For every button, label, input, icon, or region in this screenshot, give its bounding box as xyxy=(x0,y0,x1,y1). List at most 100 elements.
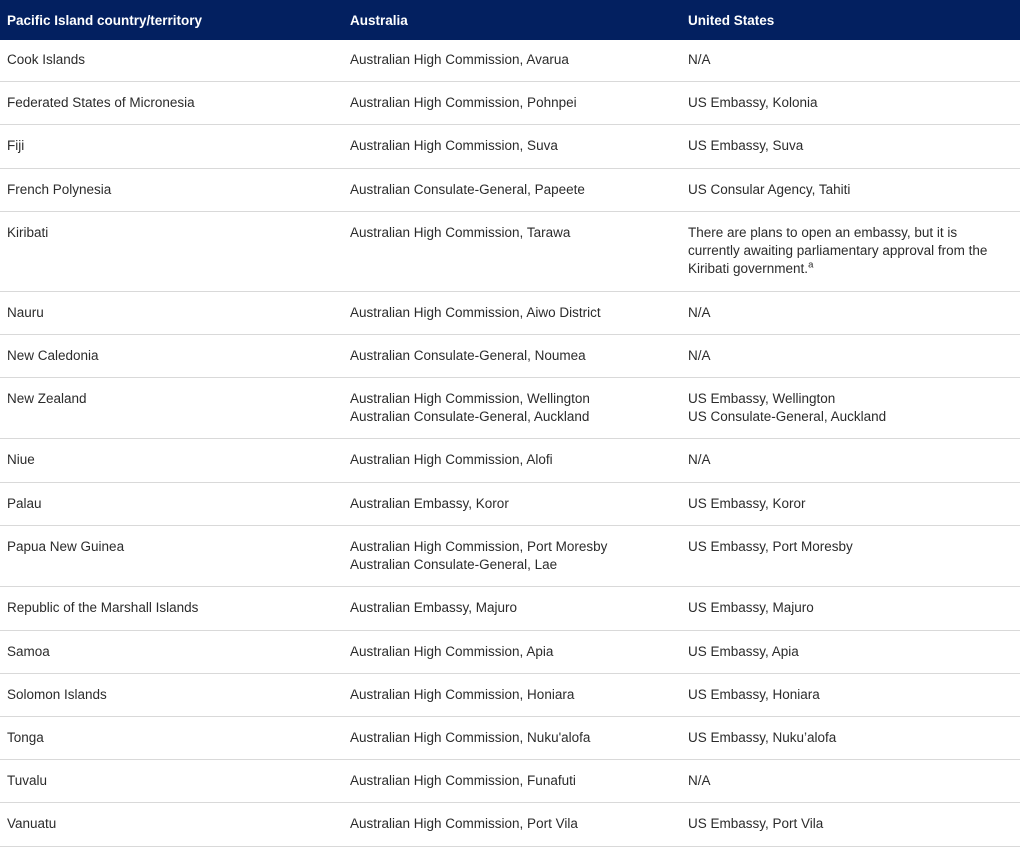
cell-australia: Australian Consulate-General, Papeete xyxy=(345,168,685,212)
table-row: Palau Australian Embassy, Koror US Embassy… xyxy=(0,482,1020,526)
cell-australia-line: Australian Consulate-General, Noumea xyxy=(350,347,586,363)
cell-australia: Australian High Commission, Wellington Au… xyxy=(345,377,685,440)
cell-united-states: US Embassy, Majuro xyxy=(685,586,1020,631)
cell-united-states-line: US Embassy, Nuku’alofa xyxy=(688,729,837,745)
cell-united-states-line: US Embassy, Koror xyxy=(688,495,806,511)
cell-united-states: US Embassy, Wellington US Consulate-Gener… xyxy=(685,377,1020,440)
cell-australia-line: Australian High Commission, Apia xyxy=(350,643,554,659)
cell-australia: Australian Embassy, Koror xyxy=(345,482,685,526)
table-row: Fiji Australian High Commission, Suva US E… xyxy=(0,124,1020,169)
table-row: Nauru Australian High Commission, Aiwo Di… xyxy=(0,291,1020,335)
table-row: French Polynesia Australian Consulate-Gen… xyxy=(0,168,1020,212)
cell-country: Solomon Islands xyxy=(0,673,345,717)
cell-united-states-line: US Consulate-General, Auckland xyxy=(688,409,887,425)
cell-united-states: N/A xyxy=(685,291,1020,335)
table-header-row: Pacific Island country/territory Austral… xyxy=(0,0,1020,40)
cell-australia-line: Australian High Commission, Suva xyxy=(350,138,558,154)
cell-australia: Australian High Commission, Tarawa xyxy=(345,211,685,292)
cell-australia: Australian High Commission, Apia xyxy=(345,630,685,674)
cell-united-states-line: N/A xyxy=(688,347,711,363)
cell-country: New Zealand xyxy=(0,377,345,440)
table-row: Vanuatu Australian High Commission, Port … xyxy=(0,802,1020,847)
cell-australia-line: Australian High Commission, Avarua xyxy=(350,52,569,67)
cell-australia: Australian High Commission, Honiara xyxy=(345,673,685,717)
cell-country: Tonga xyxy=(0,716,345,761)
cell-country: Niue xyxy=(0,438,345,483)
table-row: Federated States of Micronesia Australian… xyxy=(0,81,1020,126)
cell-australia-line: Australian Consulate-General, Lae xyxy=(350,557,558,573)
table-row: Tonga Australian High Commission, Nuku'al… xyxy=(0,716,1020,761)
table-row: Tuvalu Australian High Commission, Funafu… xyxy=(0,759,1020,804)
cell-australia-line: Australian High Commission, Nuku'alofa xyxy=(350,729,591,745)
cell-united-states-line: N/A xyxy=(688,452,711,468)
cell-australia-line: Australian High Commission, Wellington xyxy=(350,390,590,406)
cell-country: Fiji xyxy=(0,124,345,169)
cell-united-states-line: N/A xyxy=(688,773,711,789)
cell-country: Samoa xyxy=(0,630,345,674)
cell-united-states: US Embassy, Honiara xyxy=(685,673,1020,717)
cell-country: French Polynesia xyxy=(0,168,345,212)
cell-australia: Australian Embassy, Majuro xyxy=(345,586,685,631)
cell-united-states: US Embassy, Koror xyxy=(685,482,1020,526)
cell-australia-line: Australian High Commission, Alofi xyxy=(350,452,553,468)
table-row: New Caledonia Australian Consulate-Genera… xyxy=(0,334,1020,378)
column-header-country: Pacific Island country/territory xyxy=(7,12,203,28)
cell-united-states-line: There are plans to open an embassy, but … xyxy=(688,224,988,277)
cell-australia-line: Australian High Commission, Funafuti xyxy=(350,773,576,789)
cell-australia: Australian High Commission, Suva xyxy=(345,124,685,169)
cell-australia: Australian High Commission, Avarua xyxy=(345,40,685,83)
footnote-marker: a xyxy=(808,259,814,271)
cell-united-states-line: US Embassy, Port Moresby xyxy=(688,538,853,554)
cell-australia: Australian High Commission, Nuku'alofa xyxy=(345,716,685,761)
cell-united-states: N/A xyxy=(685,334,1020,378)
cell-australia-line: Australian Consulate-General, Papeete xyxy=(350,181,585,197)
cell-united-states: US Embassy, Port Vila xyxy=(685,802,1020,847)
column-header-united-states: United States xyxy=(688,12,775,28)
cell-australia: Australian High Commission, Port Moresby… xyxy=(345,525,685,588)
cell-united-states-line: US Embassy, Kolonia xyxy=(688,95,818,111)
cell-united-states: N/A xyxy=(685,438,1020,483)
cell-country: Kiribati xyxy=(0,211,345,292)
cell-united-states-line: US Embassy, Majuro xyxy=(688,600,814,616)
cell-united-states-line: US Embassy, Suva xyxy=(688,138,804,154)
cell-australia: Australian Consulate-General, Noumea xyxy=(345,334,685,378)
cell-united-states-line: US Embassy, Wellington xyxy=(688,390,836,406)
cell-australia: Australian High Commission, Port Vila xyxy=(345,802,685,847)
cell-country: Republic of the Marshall Islands xyxy=(0,586,345,631)
table-body: Cook Islands Australian High Commission, … xyxy=(0,40,1020,847)
table-row: New Zealand Australian High Commission, W… xyxy=(0,377,1020,440)
table-row: Republic of the Marshall Islands Australi… xyxy=(0,586,1020,631)
table-row: Samoa Australian High Commission, Apia US … xyxy=(0,630,1020,674)
cell-australia-line: Australian High Commission, Pohnpei xyxy=(350,95,577,111)
cell-australia-line: Australian High Commission, Honiara xyxy=(350,686,575,702)
cell-united-states: N/A xyxy=(685,40,1020,83)
cell-australia: Australian High Commission, Pohnpei xyxy=(345,81,685,126)
cell-united-states-line: N/A xyxy=(688,304,711,320)
cell-australia-line: Australian High Commission, Tarawa xyxy=(350,224,571,240)
cell-united-states: US Embassy, Suva xyxy=(685,124,1020,169)
table-header: Pacific Island country/territory Austral… xyxy=(0,0,1020,40)
diplomatic-posts-table: Pacific Island country/territory Austral… xyxy=(0,0,1020,847)
cell-country: Papua New Guinea xyxy=(0,525,345,588)
cell-united-states: There are plans to open an embassy, but … xyxy=(685,211,1020,292)
cell-united-states: N/A xyxy=(685,759,1020,804)
cell-country: Cook Islands xyxy=(0,40,345,83)
table-row: Cook Islands Australian High Commission, … xyxy=(0,40,1020,83)
cell-australia: Australian High Commission, Funafuti xyxy=(345,759,685,804)
cell-united-states-line: N/A xyxy=(688,52,711,67)
cell-australia-line: Australian Embassy, Majuro xyxy=(350,600,518,616)
cell-country: Federated States of Micronesia xyxy=(0,81,345,126)
cell-united-states-line: US Consular Agency, Tahiti xyxy=(688,181,851,197)
cell-united-states: US Embassy, Apia xyxy=(685,630,1020,674)
cell-country: Vanuatu xyxy=(0,802,345,847)
cell-country: New Caledonia xyxy=(0,334,345,378)
cell-australia-line: Australian Consulate-General, Auckland xyxy=(350,409,590,425)
table-row: Niue Australian High Commission, Alofi N/A xyxy=(0,438,1020,483)
cell-united-states: US Embassy, Nuku’alofa xyxy=(685,716,1020,761)
cell-united-states: US Embassy, Port Moresby xyxy=(685,525,1020,588)
cell-united-states: US Consular Agency, Tahiti xyxy=(685,168,1020,212)
cell-australia-line: Australian High Commission, Port Vila xyxy=(350,816,578,832)
cell-united-states: US Embassy, Kolonia xyxy=(685,81,1020,126)
cell-united-states-line: US Embassy, Port Vila xyxy=(688,816,824,832)
table-row: Papua New Guinea Australian High Commissi… xyxy=(0,525,1020,588)
